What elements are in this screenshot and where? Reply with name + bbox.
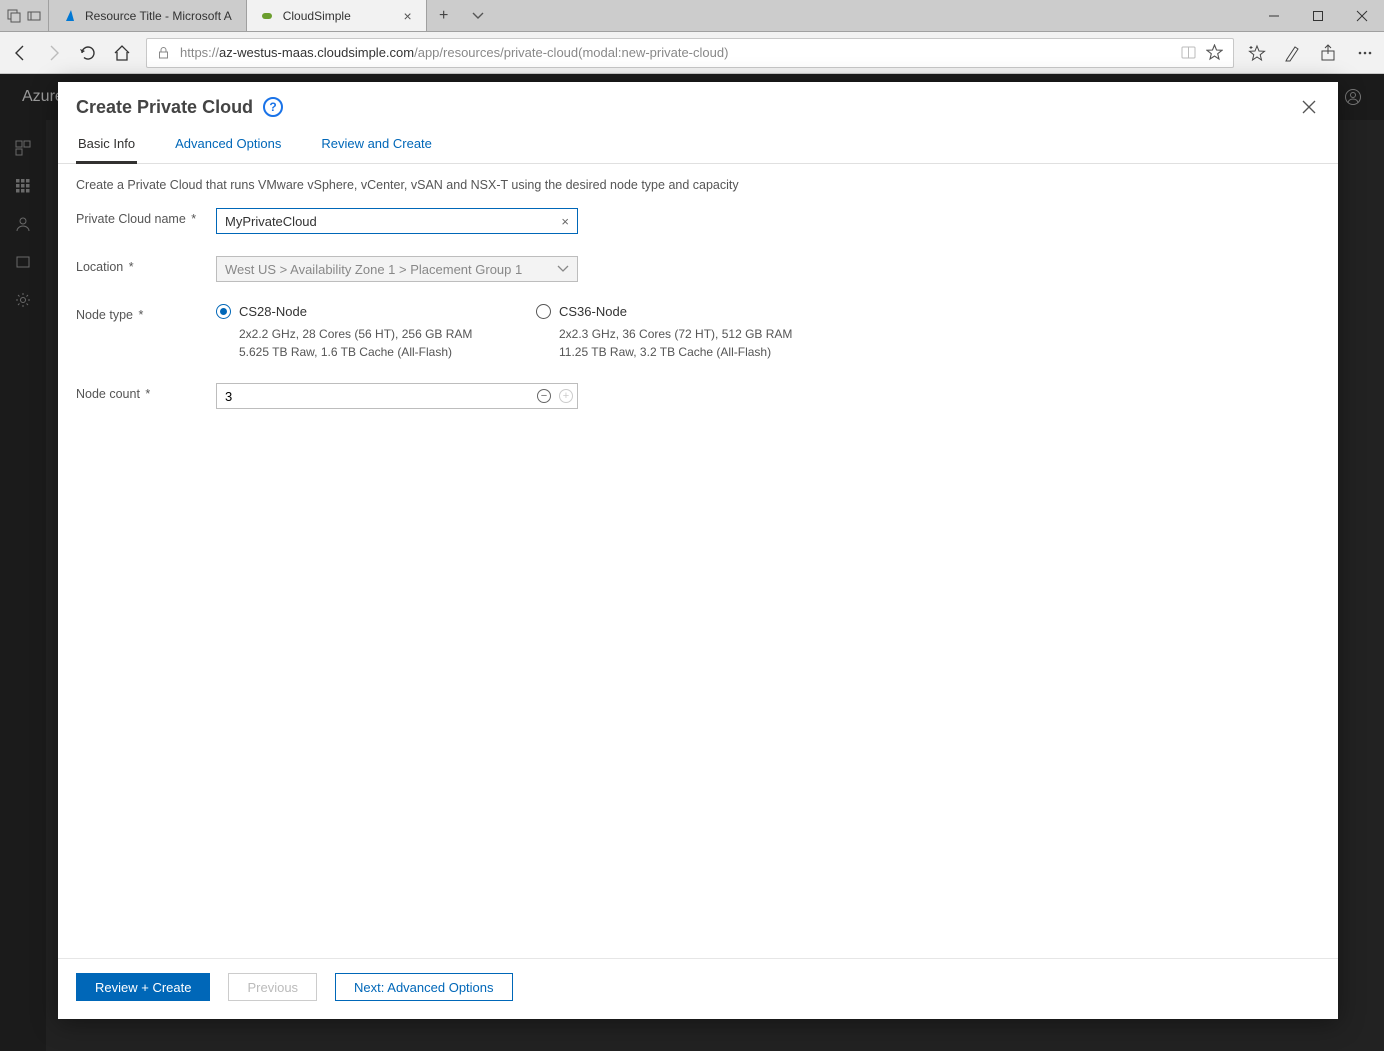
radio-desc-line: 11.25 TB Raw, 3.2 TB Cache (All-Flash)	[559, 343, 796, 361]
account-icon[interactable]	[1344, 88, 1362, 106]
modal-title: Create Private Cloud	[76, 97, 253, 118]
radio-icon[interactable]	[536, 304, 551, 319]
name-input-wrap: ×	[216, 208, 578, 234]
location-select[interactable]: West US > Availability Zone 1 > Placemen…	[216, 256, 578, 282]
reading-view-icon[interactable]	[1181, 45, 1196, 60]
azure-favicon-icon	[63, 9, 77, 23]
close-icon[interactable]	[1298, 96, 1320, 118]
node-count-input[interactable]	[217, 384, 533, 408]
more-icon[interactable]	[1356, 44, 1374, 62]
location-value: West US > Availability Zone 1 > Placemen…	[225, 262, 522, 277]
tab-review-and-create[interactable]: Review and Create	[319, 128, 434, 163]
previous-button: Previous	[228, 973, 317, 1001]
row-location: Location * West US > Availability Zone 1…	[76, 256, 1320, 282]
row-node-count: Node count * − +	[76, 383, 1320, 409]
titlebar-left-icons	[0, 0, 49, 31]
close-icon[interactable]: ×	[404, 9, 412, 23]
radio-desc-line: 5.625 TB Raw, 1.6 TB Cache (All-Flash)	[239, 343, 476, 361]
forward-button[interactable]	[44, 43, 64, 63]
node-type-radio-group: CS28-Node 2x2.2 GHz, 28 Cores (56 HT), 2…	[216, 304, 796, 361]
tab-basic-info[interactable]: Basic Info	[76, 128, 137, 164]
review-create-button[interactable]: Review + Create	[76, 973, 210, 1001]
app-root: Azure VMware Solutions by CloudSimple ? …	[0, 74, 1384, 1051]
back-button[interactable]	[10, 43, 30, 63]
maximize-button[interactable]	[1296, 0, 1340, 32]
radio-cs28[interactable]: CS28-Node 2x2.2 GHz, 28 Cores (56 HT), 2…	[216, 304, 476, 361]
url-text: https://az-westus-maas.cloudsimple.com/a…	[180, 45, 1171, 60]
share-icon[interactable]	[1320, 44, 1338, 62]
chevron-down-icon	[557, 263, 569, 275]
modal-description: Create a Private Cloud that runs VMware …	[58, 164, 1338, 198]
sidebar-grid-icon[interactable]	[13, 176, 33, 196]
browser-navbar: https://az-westus-maas.cloudsimple.com/a…	[0, 32, 1384, 74]
increment-button[interactable]: +	[555, 384, 577, 408]
sidebar-dashboard-icon[interactable]	[13, 138, 33, 158]
private-cloud-name-input[interactable]	[217, 209, 553, 233]
radio-label: CS28-Node	[239, 304, 307, 319]
tab-advanced-options[interactable]: Advanced Options	[173, 128, 283, 163]
modal-header: Create Private Cloud ?	[58, 82, 1338, 128]
app-sidebar	[0, 120, 46, 1051]
label-node-type: Node type *	[76, 304, 216, 322]
create-private-cloud-modal: Create Private Cloud ? Basic Info Advanc…	[58, 82, 1338, 1019]
label-node-count: Node count *	[76, 383, 216, 401]
radio-desc-line: 2x2.2 GHz, 28 Cores (56 HT), 256 GB RAM	[239, 325, 476, 343]
radio-label: CS36-Node	[559, 304, 627, 319]
address-bar[interactable]: https://az-westus-maas.cloudsimple.com/a…	[146, 38, 1234, 68]
form: Private Cloud name * × Location * West U…	[58, 198, 1338, 441]
sidebar-user-icon[interactable]	[13, 214, 33, 234]
radio-cs36[interactable]: CS36-Node 2x2.3 GHz, 36 Cores (72 HT), 5…	[536, 304, 796, 361]
new-tab-button[interactable]: +	[427, 0, 461, 31]
label-location: Location *	[76, 256, 216, 274]
notes-icon[interactable]	[1284, 44, 1302, 62]
tab-actions-icon[interactable]	[6, 8, 22, 24]
label-private-cloud-name: Private Cloud name *	[76, 208, 216, 226]
modal-tabs: Basic Info Advanced Options Review and C…	[58, 128, 1338, 164]
node-count-stepper: − +	[216, 383, 578, 409]
help-icon[interactable]: ?	[263, 97, 283, 117]
decrement-button[interactable]: −	[533, 384, 555, 408]
window-controls	[1252, 0, 1384, 31]
refresh-button[interactable]	[78, 43, 98, 63]
tab-strip: Resource Title - Microsoft A CloudSimple…	[49, 0, 1252, 31]
row-private-cloud-name: Private Cloud name * ×	[76, 208, 1320, 234]
navbar-right-icons	[1248, 44, 1374, 62]
tabs-more-icon[interactable]	[461, 0, 495, 31]
clear-icon[interactable]: ×	[553, 214, 577, 229]
close-window-button[interactable]	[1340, 0, 1384, 32]
tab-inactive[interactable]: Resource Title - Microsoft A	[49, 0, 247, 31]
cloudsimple-favicon-icon	[261, 9, 275, 23]
tab-title: CloudSimple	[283, 9, 396, 23]
tab-preview-icon[interactable]	[26, 8, 42, 24]
modal-footer: Review + Create Previous Next: Advanced …	[58, 958, 1338, 1019]
favorite-star-icon[interactable]	[1206, 44, 1223, 61]
favorites-icon[interactable]	[1248, 44, 1266, 62]
tab-title: Resource Title - Microsoft A	[85, 9, 232, 23]
radio-desc-line: 2x2.3 GHz, 36 Cores (72 HT), 512 GB RAM	[559, 325, 796, 343]
browser-titlebar: Resource Title - Microsoft A CloudSimple…	[0, 0, 1384, 32]
sidebar-resource-icon[interactable]	[13, 252, 33, 272]
radio-icon[interactable]	[216, 304, 231, 319]
home-button[interactable]	[112, 43, 132, 63]
lock-icon	[157, 46, 170, 59]
sidebar-gear-icon[interactable]	[13, 290, 33, 310]
minimize-button[interactable]	[1252, 0, 1296, 32]
tab-active[interactable]: CloudSimple ×	[247, 0, 427, 31]
next-button[interactable]: Next: Advanced Options	[335, 973, 512, 1001]
row-node-type: Node type * CS28-Node 2x2.2 GHz, 28 Core…	[76, 304, 1320, 361]
